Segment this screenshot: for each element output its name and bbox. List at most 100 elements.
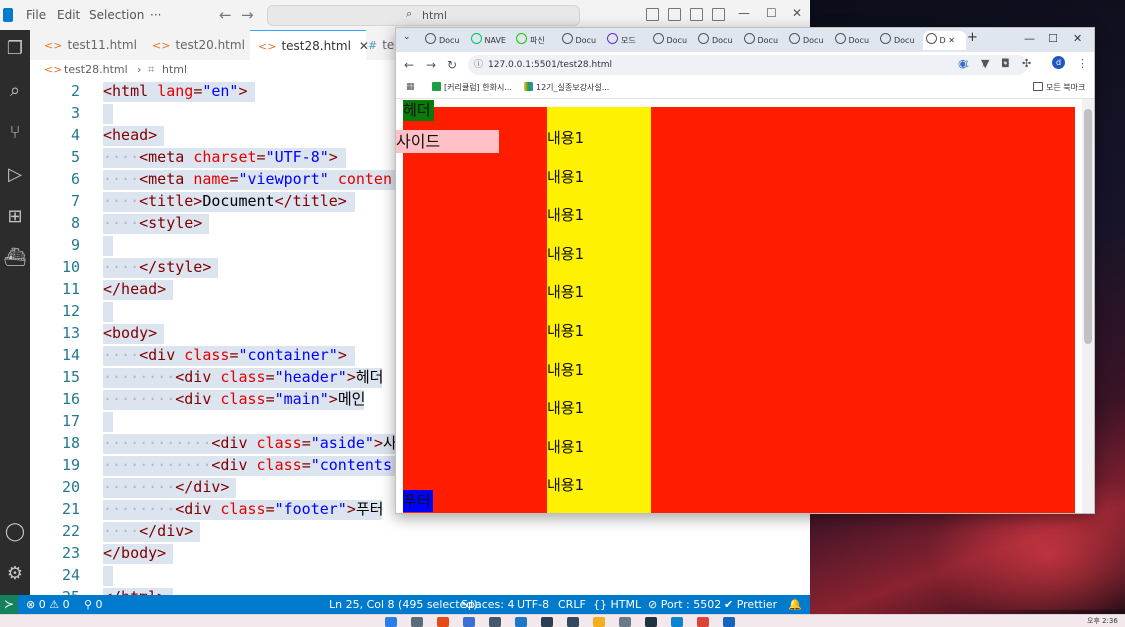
scrollbar-thumb[interactable]	[1084, 109, 1092, 344]
notifications-bell-icon[interactable]: 🔔	[788, 598, 802, 611]
browser-tab[interactable]: Docu	[650, 31, 695, 50]
code-line[interactable]: 22 ····</div>	[30, 520, 810, 542]
activity-bar: ❐ ⌕ ⑂ ▷ ⊞ ⛴ ◯ ⚙	[0, 30, 30, 595]
cursor-position-status[interactable]: Ln 25, Col 8 (495 selected)	[329, 598, 478, 611]
line-number: 18	[61, 434, 80, 452]
browser-tab[interactable]: Docu	[422, 31, 467, 50]
folder-icon	[1033, 82, 1043, 91]
html-file-icon: <>	[152, 39, 171, 52]
explorer-icon[interactable]: ❐	[0, 35, 30, 63]
extensions-icon[interactable]: ⊞	[0, 203, 30, 231]
browser-tab[interactable]: D ✕	[922, 31, 966, 50]
maximize-icon[interactable]: ☐	[1048, 32, 1058, 45]
selection-highlight	[103, 236, 113, 256]
code-line[interactable]: 25 </html>	[30, 586, 810, 595]
command-center-search[interactable]: ⌕ html	[267, 5, 580, 26]
browser-tab[interactable]: Docu	[559, 31, 604, 50]
code-line[interactable]: 24	[30, 564, 810, 586]
encoding-status[interactable]: UTF-8	[517, 598, 549, 611]
new-tab-button[interactable]: +	[967, 30, 978, 45]
menu-edit[interactable]: Edit	[57, 8, 80, 22]
customize-layout-icon[interactable]	[712, 8, 725, 21]
browser-tab[interactable]: Docu	[695, 31, 740, 50]
profile-avatar[interactable]: d	[1052, 56, 1065, 69]
page-aside: 사이드	[396, 130, 499, 153]
page-scrollbar[interactable]	[1082, 99, 1094, 513]
extension-icon[interactable]: ◉	[958, 57, 968, 70]
content-item: 내용1	[547, 167, 585, 186]
tab-test11[interactable]: <> test11.html	[44, 30, 150, 60]
toggle-panel-icon[interactable]	[668, 8, 681, 21]
camera-icon[interactable]: ◘	[1001, 57, 1010, 70]
remote-icon[interactable]: ≻	[0, 595, 18, 614]
bookmark-item[interactable]: [커리큘럼] 한화시...	[432, 82, 512, 93]
source-control-icon[interactable]: ⑂	[0, 119, 30, 147]
apps-grid-icon[interactable]: ▦	[406, 82, 415, 92]
site-info-icon[interactable]: ⓘ	[474, 55, 483, 75]
maximize-icon[interactable]: ☐	[766, 6, 777, 20]
bookmark-item[interactable]: 12기_실종보강사설...	[524, 82, 609, 93]
breadcrumb-file[interactable]: test28.html	[64, 63, 128, 76]
line-number: 7	[70, 192, 80, 210]
minimize-icon[interactable]: —	[1024, 32, 1035, 45]
menu-more[interactable]: ···	[150, 8, 161, 22]
code-text: </head>	[103, 280, 167, 298]
extension-filter-icon[interactable]: ▼	[981, 57, 989, 70]
prettier-status[interactable]: ✔ Prettier	[724, 598, 777, 611]
ports-status[interactable]: ⚲ 0	[84, 598, 103, 611]
forward-arrow-icon[interactable]: →	[241, 6, 254, 24]
search-icon[interactable]: ⌕	[0, 77, 30, 105]
breadcrumb-node[interactable]: html	[162, 63, 187, 76]
page-header: 헤더	[403, 100, 434, 121]
live-server-port-status[interactable]: ⊘ Port : 5502	[648, 598, 721, 611]
language-mode-status[interactable]: {} HTML	[593, 598, 641, 611]
browser-tab[interactable]: Docu	[832, 31, 877, 50]
back-arrow-icon[interactable]: ←	[219, 6, 232, 24]
breadcrumb-separator: ›	[137, 63, 142, 76]
forward-arrow-icon[interactable]: →	[426, 58, 436, 72]
windows-taskbar: 오후 2:36	[0, 614, 1125, 627]
docker-icon[interactable]: ⛴	[0, 244, 30, 272]
tab-favicon-icon	[561, 33, 573, 44]
account-icon[interactable]: ◯	[0, 518, 30, 546]
extensions-puzzle-icon[interactable]: ✣	[1022, 57, 1031, 70]
line-number: 21	[61, 500, 80, 518]
url-text: 127.0.0.1:5501/test28.html	[488, 60, 613, 70]
line-number: 25	[30, 586, 80, 595]
minimize-icon[interactable]: —	[738, 6, 750, 20]
line-number: 11	[61, 280, 80, 298]
menu-file[interactable]: File	[26, 8, 46, 22]
tab-close-icon[interactable]: ✕	[946, 36, 955, 45]
close-icon[interactable]: ✕	[792, 6, 802, 20]
browser-tab[interactable]: NAVE	[468, 31, 513, 50]
back-arrow-icon[interactable]: ←	[404, 58, 414, 72]
problems-status[interactable]: ⊗ 0 ⚠ 0	[26, 598, 70, 611]
browser-tab[interactable]: Docu	[786, 31, 831, 50]
indentation-status[interactable]: Spaces: 4	[461, 598, 514, 611]
toggle-sidebar-icon[interactable]	[646, 8, 659, 21]
chrome-menu-icon[interactable]: ⋮	[1077, 57, 1088, 70]
browser-tab[interactable]: 파신	[513, 31, 558, 50]
toggle-secondary-sidebar-icon[interactable]	[690, 8, 703, 21]
tab-label: test20.html	[175, 38, 245, 52]
tab-test28[interactable]: <> test28.html ✕	[250, 30, 369, 61]
address-bar[interactable]: ⓘ 127.0.0.1:5501/test28.html ⛶ ⌕ ☆	[468, 55, 1028, 75]
run-debug-icon[interactable]: ▷	[0, 161, 30, 189]
settings-gear-icon[interactable]: ⚙	[0, 560, 30, 588]
tab-search-chevron-icon[interactable]: ⌄	[403, 32, 411, 42]
all-bookmarks-button[interactable]: 모든 북마크	[1033, 82, 1085, 93]
html-file-icon: <>	[258, 40, 277, 53]
code-line[interactable]: 23 </body>	[30, 542, 810, 564]
browser-tab[interactable]: Docu	[741, 31, 786, 50]
close-icon[interactable]: ✕	[1073, 32, 1082, 45]
menu-selection[interactable]: Selection	[89, 8, 144, 22]
browser-tab[interactable]: Docu	[877, 31, 922, 50]
content-item: 내용1	[547, 322, 585, 340]
browser-tab[interactable]: 모드	[604, 31, 649, 50]
code-text: ············<div class="aside">사	[103, 434, 397, 452]
tab-test20[interactable]: <> test20.html	[152, 30, 256, 60]
reload-icon[interactable]: ↻	[447, 58, 457, 72]
tab-favicon-icon	[698, 33, 709, 44]
eol-status[interactable]: CRLF	[558, 598, 586, 611]
tab-favicon-icon	[470, 33, 482, 44]
